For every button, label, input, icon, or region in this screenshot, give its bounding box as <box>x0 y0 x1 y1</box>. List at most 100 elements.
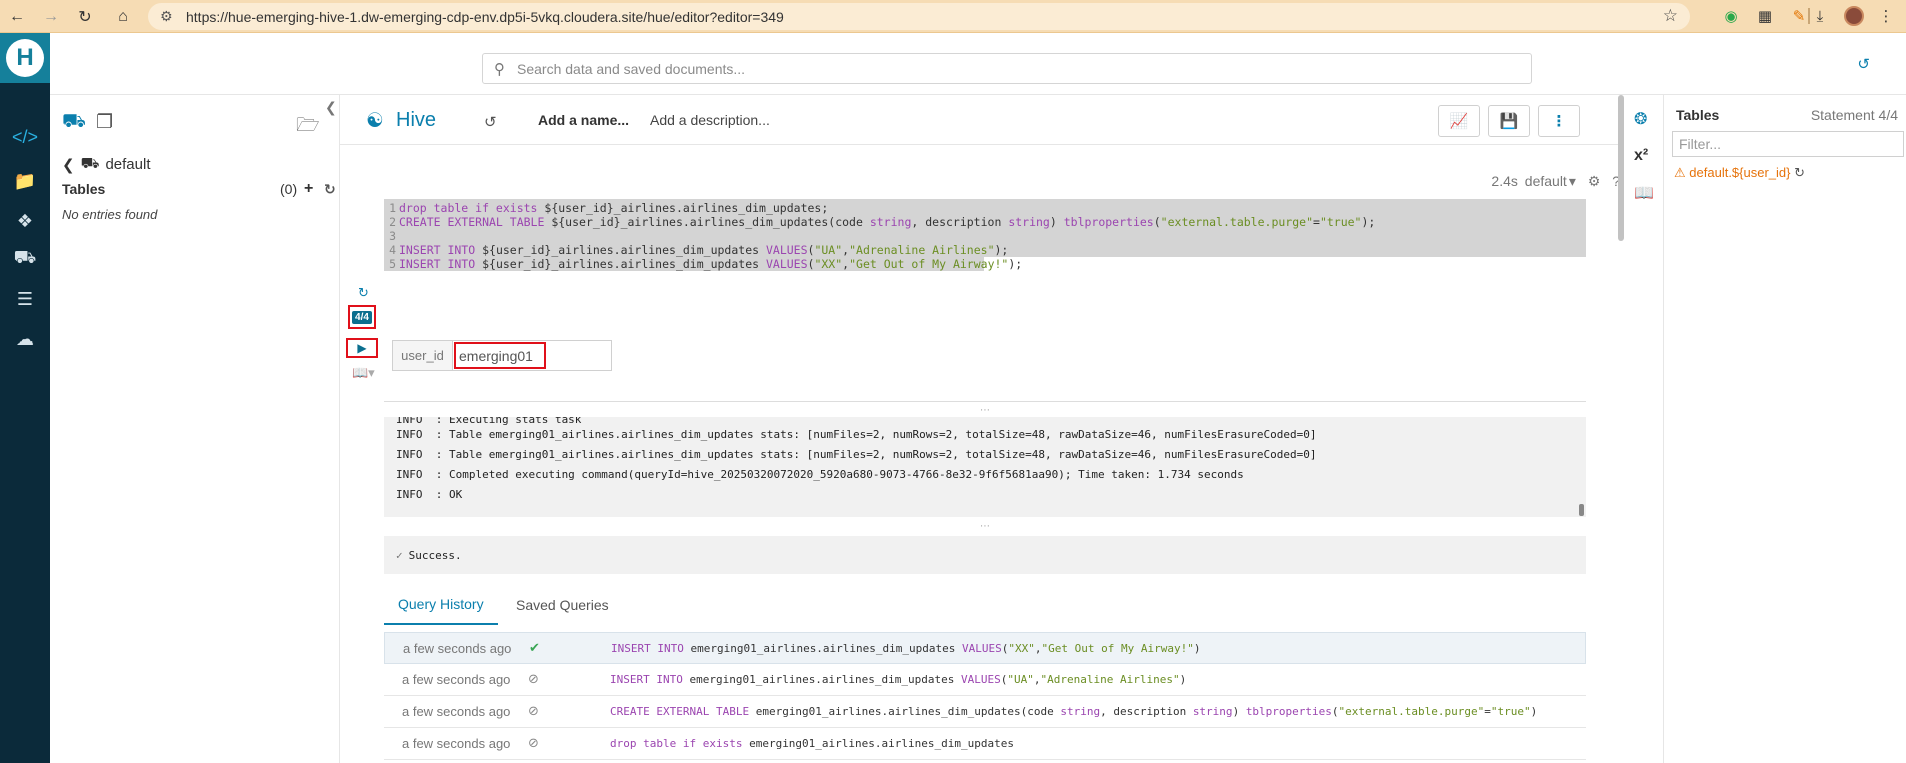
results-tabs: Query History Saved Queries <box>384 585 1586 625</box>
global-search-input[interactable]: ⚲ Search data and saved documents... <box>482 53 1532 84</box>
log-scrollbar[interactable] <box>1579 504 1584 516</box>
database-select[interactable]: default <box>1525 173 1567 189</box>
jobs-icon[interactable]: ❖ <box>10 207 40 235</box>
history-row[interactable]: a few seconds ago ⊘ INSERT INTO emerging… <box>384 664 1586 696</box>
book-icon[interactable]: 📖 <box>1634 183 1654 203</box>
divider <box>384 401 1586 402</box>
rp-statement: Statement 4/4 <box>1810 107 1898 123</box>
caret-down-icon[interactable]: ▾ <box>1569 173 1576 189</box>
warning-table-item[interactable]: ⚠ default.${user_id} ↻ <box>1674 165 1805 181</box>
param-value-input[interactable]: emerging01 <box>452 340 612 371</box>
no-entries-text: No entries found <box>62 207 158 222</box>
query-editor: ☯ Hive ↺ Add a name... Add a description… <box>340 95 1620 763</box>
history-time: a few seconds ago <box>402 672 511 687</box>
chevron-left-icon[interactable]: ❮ <box>62 156 75 174</box>
tab-saved-queries[interactable]: Saved Queries <box>502 585 623 625</box>
rp-title: Tables <box>1676 107 1720 123</box>
success-banner: ✓ Success. <box>384 536 1586 574</box>
add-table-icon[interactable]: + <box>304 180 313 198</box>
settings-icon[interactable]: ⚙ <box>1588 173 1601 189</box>
right-assist-strip: ❂ x² 📖 <box>1624 95 1664 763</box>
refresh-icon[interactable]: ↻ <box>1794 165 1805 180</box>
collapse-panel-icon[interactable]: ❮ <box>325 99 337 116</box>
forward-icon[interactable]: → <box>40 6 62 28</box>
site-info-icon[interactable]: ⚙ <box>160 8 173 25</box>
documents-icon[interactable]: 📁 <box>10 167 40 195</box>
query-meta: 2.4s default ▾ ⚙ ? <box>1420 173 1620 190</box>
extension-eye-icon[interactable]: ◉ <box>1720 5 1742 27</box>
code-editor-lastline[interactable]: 5 INSERT INTO ${user_id}_airlines.airline… <box>384 257 1022 271</box>
hive-icon: ☯ <box>366 110 384 132</box>
database-breadcrumb[interactable]: ❮ ⛟ default <box>62 155 151 174</box>
resize-handle[interactable]: ⋯ <box>980 521 990 532</box>
expired-icon: ⊘ <box>528 735 539 750</box>
save-button[interactable]: 💾 <box>1488 105 1530 137</box>
param-label: user_id <box>392 340 452 371</box>
code-line: 4 INSERT INTO ${user_id}_airlines.airline… <box>389 243 1009 257</box>
history-query: CREATE EXTERNAL TABLE emerging01_airline… <box>610 705 1538 718</box>
warning-table-name[interactable]: default.${user_id} <box>1689 165 1790 180</box>
tab-query-history[interactable]: Query History <box>384 585 498 625</box>
refresh-icon[interactable]: ↻ <box>324 181 336 198</box>
query-log: INFO : Executing stats task INFO : Table… <box>384 417 1586 517</box>
extensions-icon[interactable]: ▦ <box>1754 5 1776 27</box>
bookmark-star-icon[interactable]: ☆ <box>1663 6 1678 26</box>
download-icon[interactable]: ⤓ <box>1809 5 1831 27</box>
top-bar: ⚲ Search data and saved documents... ↺ <box>50 33 1906 95</box>
status-text: Success. <box>408 548 462 562</box>
upload-icon[interactable]: ☁ <box>10 325 40 353</box>
statement-counter[interactable]: 4/4 <box>348 305 376 329</box>
database-name: default <box>105 156 151 173</box>
servers-icon[interactable]: ☰ <box>10 285 40 313</box>
compass-icon[interactable]: ❂ <box>1634 109 1647 129</box>
tables-icon[interactable]: ⛟ <box>10 245 40 273</box>
refresh-statement-icon[interactable]: ↻ <box>358 285 369 301</box>
tables-count: (0) <box>280 181 298 197</box>
code-line: 5 INSERT INTO ${user_id}_airlines.airline… <box>389 257 1023 271</box>
tables-label: Tables <box>62 181 106 197</box>
functions-icon[interactable]: x² <box>1634 147 1648 165</box>
hue-logo[interactable]: H <box>0 33 50 83</box>
query-name-input[interactable]: Add a name... <box>538 112 629 128</box>
reload-icon[interactable]: ↻ <box>74 6 96 28</box>
chart-button[interactable]: 📈 <box>1438 105 1480 137</box>
back-icon[interactable]: ← <box>6 6 28 28</box>
home-icon[interactable]: ⌂ <box>112 6 134 28</box>
code-editor[interactable]: 1 drop table if exists ${user_id}_airline… <box>384 199 1586 257</box>
more-menu-icon[interactable]: ⋮ <box>1875 5 1897 27</box>
profile-avatar[interactable] <box>1843 5 1865 27</box>
exec-time: 2.4s <box>1491 173 1518 189</box>
folder-icon[interactable]: 🗁 <box>296 111 320 143</box>
log-line: INFO : OK <box>396 488 463 501</box>
history-query: drop table if exists emerging01_airlines… <box>610 737 1014 750</box>
history-time: a few seconds ago <box>402 704 511 719</box>
resize-handle[interactable]: ⋯ <box>980 405 990 416</box>
job-history-icon[interactable]: ↺ <box>1857 55 1870 73</box>
editor-icon[interactable]: </> <box>10 123 40 151</box>
history-row[interactable]: a few seconds ago ⊘ drop table if exists… <box>384 728 1586 760</box>
editor-header: ☯ Hive ↺ Add a name... Add a description… <box>340 95 1620 145</box>
database-icon[interactable]: ⛟ <box>62 111 86 135</box>
param-value[interactable]: emerging01 <box>454 342 546 369</box>
history-query: INSERT INTO emerging01_airlines.airlines… <box>610 673 1187 686</box>
snippets-icon[interactable]: 📖▾ <box>352 365 375 381</box>
main-navbar: H </> 📁 ❖ ⛟ ☰ ☁ <box>0 33 50 763</box>
run-button[interactable]: ▶ <box>346 338 378 358</box>
address-bar[interactable]: ⚙ https://hue-emerging-hive-1.dw-emergin… <box>148 3 1690 30</box>
query-description-input[interactable]: Add a description... <box>650 112 770 128</box>
documents-tab-icon[interactable]: ❐ <box>96 111 113 134</box>
history-row[interactable]: a few seconds ago ✔ INSERT INTO emerging… <box>384 632 1586 664</box>
history-icon[interactable]: ↺ <box>484 113 497 131</box>
success-check-icon: ✔ <box>529 640 540 655</box>
expired-icon: ⊘ <box>528 671 539 686</box>
filter-input[interactable]: Filter... <box>1672 131 1904 157</box>
edit-icon[interactable]: ✎ <box>1788 5 1810 27</box>
history-row[interactable]: a few seconds ago ⊘ CREATE EXTERNAL TABL… <box>384 696 1586 728</box>
engine-label[interactable]: Hive <box>396 109 436 132</box>
browser-toolbar: ← → ↻ ⌂ ⚙ https://hue-emerging-hive-1.dw… <box>0 0 1906 33</box>
search-icon: ⚲ <box>494 61 505 78</box>
db-small-icon: ⛟ <box>80 155 100 172</box>
more-actions-button[interactable]: ⋮ <box>1538 105 1580 137</box>
left-assist-panel: ⛟ ❐ 🗁 ❮ ❮ ⛟ default Tables (0) + ↻ No en… <box>50 95 340 763</box>
log-line: INFO : Completed executing command(query… <box>396 468 1244 481</box>
